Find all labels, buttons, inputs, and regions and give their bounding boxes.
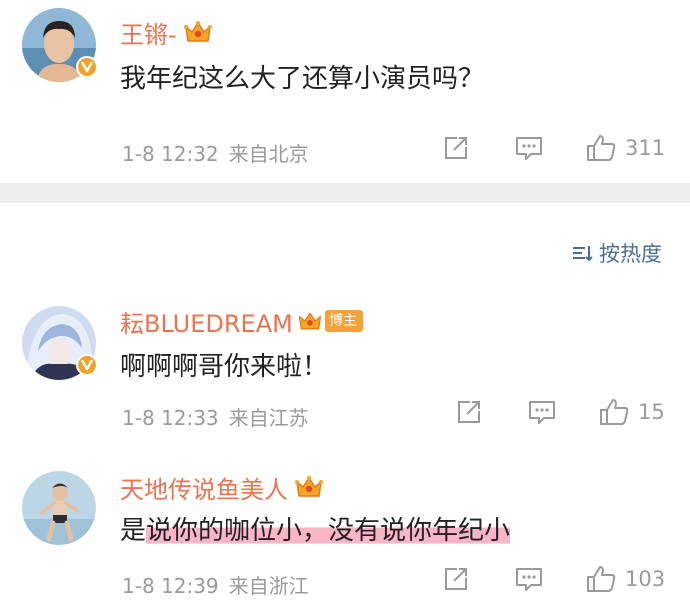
like-button[interactable]: 311 [585, 133, 665, 163]
thumbs-up-icon [587, 135, 616, 161]
comment-icon [529, 401, 555, 424]
comment-location: 来自北京 [228, 142, 309, 166]
avatar[interactable] [22, 471, 96, 545]
like-button[interactable]: 15 [598, 397, 665, 427]
comment-button[interactable] [527, 398, 557, 426]
sort-icon [573, 246, 593, 261]
share-icon [445, 568, 467, 590]
share-button[interactable] [442, 134, 470, 162]
verified-badge-icon [76, 354, 98, 376]
comment-text: 是说你的咖位小，没有说你年纪小 [120, 510, 511, 547]
comment-date: 1-8 12:33 [122, 406, 219, 430]
comment-date: 1-8 12:32 [122, 142, 219, 166]
share-button[interactable] [442, 565, 470, 593]
comment-date: 1-8 12:39 [122, 574, 219, 598]
sort-label: 按热度 [599, 242, 662, 266]
like-count: 103 [625, 567, 666, 591]
avatar[interactable] [22, 8, 98, 82]
comment-item: 王锵- 我年纪这么大了还算小演员吗？ 1-8 12:32 来自北京 311 [0, 0, 690, 183]
comment-text-prefix: 是 [120, 516, 147, 546]
share-button[interactable] [455, 398, 483, 426]
crown-icon [183, 19, 213, 45]
blogger-tag: 博主 [324, 310, 363, 332]
thumbs-up-icon [600, 399, 629, 425]
like-count: 311 [625, 136, 666, 160]
sort-by-hot-button[interactable]: 按热度 [571, 238, 662, 268]
username[interactable]: 天地传说鱼美人 [120, 470, 288, 505]
comment-icon [516, 568, 542, 591]
comment-text: 啊啊啊哥你来啦！ [120, 352, 329, 382]
crown-icon [294, 474, 324, 500]
comment-button[interactable] [514, 565, 544, 593]
comment-icon [516, 137, 542, 160]
username[interactable]: 王锵- [120, 15, 177, 50]
avatar[interactable] [22, 306, 98, 380]
share-icon [445, 137, 467, 159]
comment-location: 来自浙江 [228, 574, 309, 598]
reply-item: 耘BLUEDREAM 博主 啊啊啊哥你来啦！ 1-8 12:33 来自江苏 15 [0, 290, 690, 450]
like-button[interactable]: 103 [585, 564, 665, 594]
thumbs-up-icon [587, 566, 616, 592]
comment-meta: 1-8 12:39 来自浙江 [122, 570, 309, 599]
comment-button[interactable] [514, 134, 544, 162]
share-icon [458, 401, 480, 423]
comment-location: 来自江苏 [228, 406, 309, 430]
comment-text: 我年纪这么大了还算小演员吗？ [120, 64, 485, 94]
highlighted-text: 说你的咖位小，没有说你年纪小 [146, 516, 511, 546]
like-count: 15 [638, 400, 665, 424]
section-divider [0, 183, 690, 203]
crown-icon [297, 308, 323, 334]
comment-meta: 1-8 12:32 来自北京 [122, 138, 309, 167]
reply-item: 天地传说鱼美人 是说你的咖位小，没有说你年纪小 1-8 12:39 来自浙江 10… [0, 455, 690, 606]
username[interactable]: 耘BLUEDREAM [120, 304, 293, 339]
comment-meta: 1-8 12:33 来自江苏 [122, 402, 309, 431]
verified-badge-icon [76, 56, 98, 78]
